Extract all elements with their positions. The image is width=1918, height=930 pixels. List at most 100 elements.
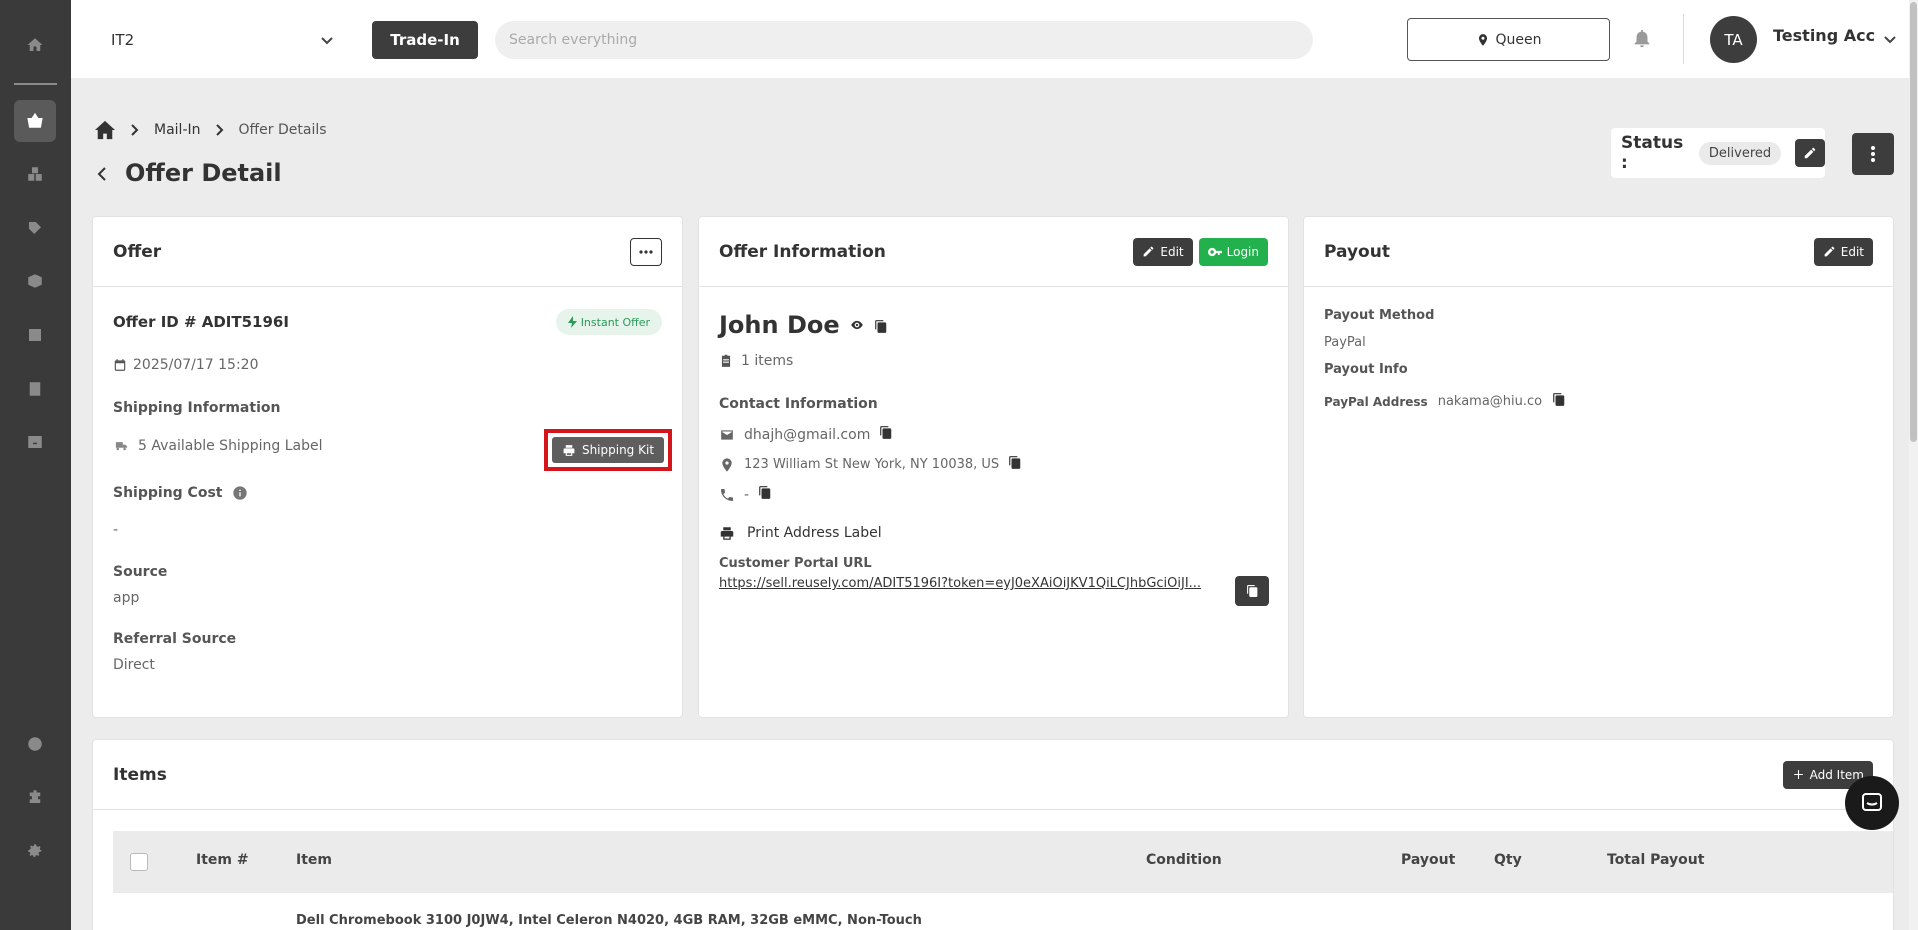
kebab-icon (1871, 146, 1875, 162)
instant-offer-badge: Instant Offer (555, 309, 662, 335)
store-select-value: IT2 (111, 31, 135, 49)
payout-card: Payout Edit Payout Method PayPal Payout … (1303, 216, 1894, 718)
offer-date-row: 2025/07/17 15:20 (113, 357, 259, 373)
status-edit-button[interactable] (1795, 139, 1825, 167)
more-options-button[interactable] (1852, 133, 1894, 175)
shipping-labels-count: 5 Available Shipping Label (138, 438, 323, 454)
customer-address: 123 William St New York, NY 10038, US (744, 457, 1000, 472)
chat-button[interactable] (1845, 776, 1899, 830)
printer-icon (720, 526, 734, 540)
trade-in-button[interactable]: Trade-In (372, 21, 478, 59)
store-select[interactable]: IT2 (111, 24, 346, 56)
chevron-right-icon (215, 124, 223, 136)
copy-icon[interactable] (1552, 392, 1566, 411)
puzzle-icon[interactable] (14, 776, 56, 818)
shipping-cost-label: Shipping Cost (113, 485, 223, 501)
info-icon[interactable] (232, 485, 248, 501)
report-icon[interactable] (14, 368, 56, 410)
offer-card: Offer Offer ID # ADIT5196I Instant Offer… (92, 216, 683, 718)
archive-icon[interactable] (14, 421, 56, 463)
box-icon[interactable] (14, 260, 56, 302)
payout-method-value: PayPal (1324, 335, 1366, 350)
payout-info-label: Payout Info (1324, 362, 1408, 377)
pencil-icon (1804, 147, 1816, 159)
offer-info-edit-label: Edit (1160, 244, 1184, 259)
shipping-cost-row: Shipping Cost (113, 485, 248, 501)
referral-source-label: Referral Source (113, 631, 237, 647)
copy-icon[interactable] (758, 485, 772, 504)
column-item-number: Item # (196, 852, 249, 868)
shipping-kit-highlight: Shipping Kit (544, 429, 672, 471)
calendar-icon (114, 359, 126, 371)
settings-icon[interactable] (14, 830, 56, 872)
payout-edit-label: Edit (1840, 244, 1864, 259)
customer-email: dhajh@gmail.com (744, 426, 871, 443)
phone-row: - (719, 485, 772, 504)
sidebar (0, 0, 71, 930)
store-icon[interactable] (14, 314, 56, 356)
chevron-down-icon (321, 37, 333, 45)
location-button[interactable]: Queen (1407, 18, 1610, 61)
basket-icon[interactable] (14, 100, 56, 142)
column-condition: Condition (1146, 852, 1222, 868)
user-name[interactable]: Testing Acc (1773, 26, 1875, 45)
tag-icon[interactable] (14, 207, 56, 249)
email-row: dhajh@gmail.com (719, 425, 893, 444)
copy-icon[interactable] (1008, 455, 1022, 474)
items-title: Items (113, 764, 167, 785)
breadcrumb: Mail-In Offer Details (94, 120, 327, 140)
location-pin-icon (1478, 33, 1487, 46)
key-icon (1207, 247, 1222, 256)
pencil-icon (1824, 246, 1835, 257)
portal-url-wrap: https://sell.reusely.com/ADIT5196I?token… (719, 576, 1214, 591)
offer-menu-button[interactable] (630, 237, 662, 266)
back-arrow-icon[interactable] (96, 166, 108, 186)
location-pin-icon (722, 457, 732, 472)
select-all-checkbox[interactable] (130, 853, 148, 871)
breadcrumb-mail-in[interactable]: Mail-In (154, 122, 201, 138)
column-item: Item (296, 852, 332, 868)
shipping-kit-button[interactable]: Shipping Kit (552, 437, 664, 463)
home-icon[interactable] (14, 24, 56, 66)
chevron-down-icon[interactable] (1883, 32, 1897, 50)
offer-date: 2025/07/17 15:20 (133, 357, 259, 373)
table-row-item-title[interactable]: Dell Chromebook 3100 J0JW4, Intel Celero… (296, 913, 922, 928)
search-input[interactable] (495, 21, 1313, 59)
shipping-labels-row: 5 Available Shipping Label (113, 438, 322, 454)
column-qty: Qty (1494, 852, 1522, 868)
chevron-right-icon (131, 124, 139, 136)
avatar[interactable]: TA (1710, 16, 1757, 63)
scrollbar-thumb[interactable] (1910, 2, 1917, 442)
shipping-kit-label: Shipping Kit (581, 443, 655, 457)
offer-card-title: Offer (113, 241, 162, 262)
copy-portal-url-button[interactable] (1235, 576, 1269, 606)
status-label: Status : (1621, 133, 1684, 173)
offer-id: Offer ID # ADIT5196I (113, 313, 289, 331)
customer-portal-url-link[interactable]: https://sell.reusely.com/ADIT5196I?token… (719, 576, 1214, 591)
inventory-icon[interactable] (14, 153, 56, 195)
copy-icon[interactable] (879, 425, 893, 444)
customer-portal-url-label: Customer Portal URL (719, 556, 872, 571)
payout-edit-button[interactable]: Edit (1813, 237, 1873, 266)
eye-icon[interactable] (848, 318, 866, 332)
print-address-label: Print Address Label (747, 525, 882, 541)
offer-info-edit-button[interactable]: Edit (1133, 237, 1193, 266)
referral-source-value: Direct (113, 657, 155, 673)
help-icon[interactable] (14, 723, 56, 765)
home-icon[interactable] (94, 120, 116, 140)
login-label: Login (1226, 244, 1259, 259)
login-button[interactable]: Login (1198, 237, 1268, 266)
payout-title: Payout (1324, 241, 1390, 262)
copy-icon[interactable] (874, 319, 888, 338)
bell-icon[interactable] (1631, 26, 1657, 52)
contact-information-label: Contact Information (719, 396, 878, 412)
source-value: app (113, 590, 140, 606)
payout-method-label: Payout Method (1324, 308, 1435, 323)
print-address-label-row[interactable]: Print Address Label (719, 525, 882, 541)
source-label: Source (113, 564, 168, 580)
mail-icon (721, 429, 733, 440)
phone-icon (721, 488, 733, 501)
status-badge: Delivered (1698, 141, 1782, 165)
add-item-label: Add Item (1809, 767, 1864, 782)
offer-information-card: Offer Information Edit Login John Doe 1 … (698, 216, 1289, 718)
